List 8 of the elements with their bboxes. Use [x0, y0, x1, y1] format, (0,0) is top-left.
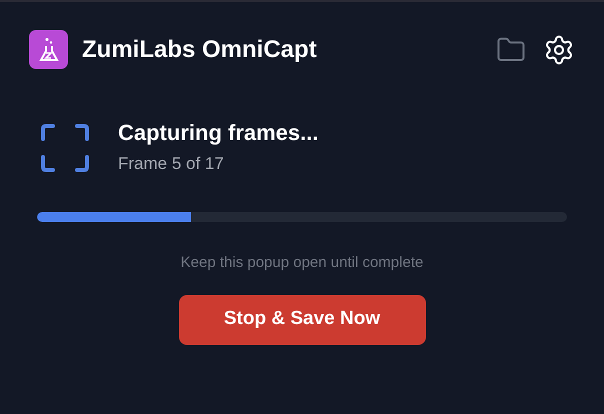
app-title: ZumiLabs OmniCapt	[82, 34, 317, 64]
frame-counter: Frame 5 of 17	[118, 152, 225, 174]
settings-icon[interactable]	[543, 34, 575, 66]
logo-icon	[29, 30, 68, 69]
frame-corners-icon	[40, 122, 90, 172]
hint-text: Keep this popup open until complete	[180, 253, 424, 273]
stop-save-button[interactable]: Stop & Save Now	[178, 294, 426, 344]
status-title: Capturing frames...	[118, 119, 318, 146]
